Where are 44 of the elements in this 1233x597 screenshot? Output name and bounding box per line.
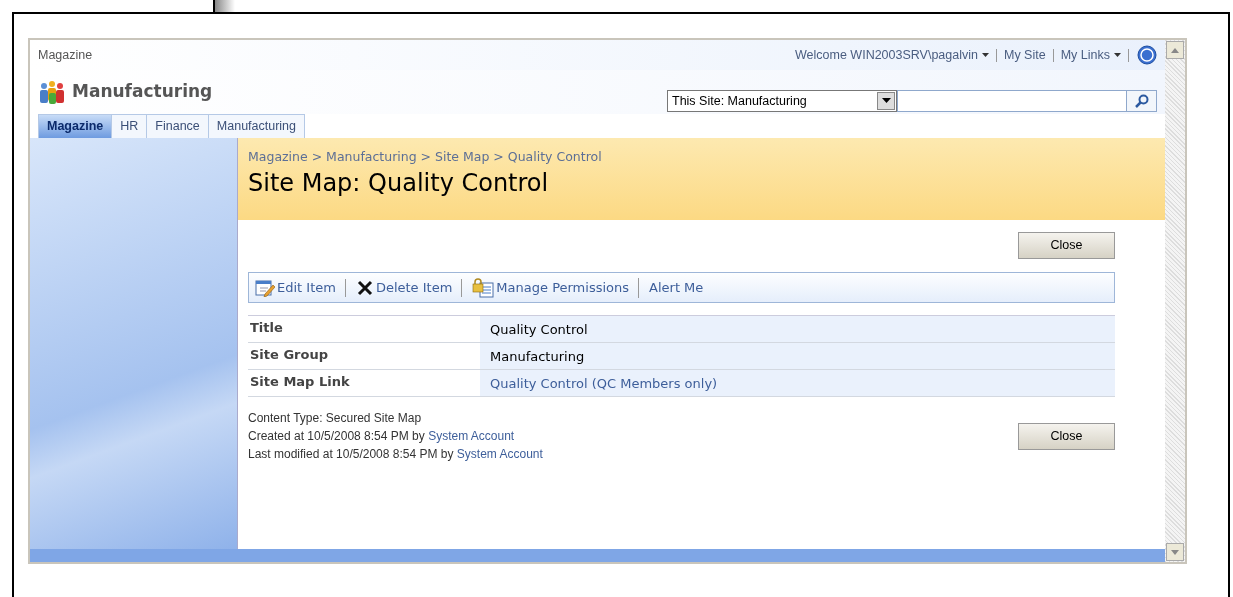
lock-icon	[472, 277, 495, 298]
close-button[interactable]: Close	[1018, 422, 1115, 450]
breadcrumb[interactable]: Magazine > Manufacturing > Site Map > Quality Control	[248, 148, 1155, 167]
toolbar-button[interactable]: Manage Permissions	[470, 277, 640, 298]
field-value: Manufacturing	[490, 349, 585, 364]
scope-dropdown[interactable]: This Site: Manufacturing	[667, 90, 897, 112]
people-icon	[38, 79, 66, 105]
search-icon	[1134, 94, 1149, 108]
toolbar-button[interactable]: Edit Item	[253, 278, 346, 297]
top-link[interactable]: My Site	[997, 48, 1054, 62]
help-icon[interactable]	[1137, 45, 1157, 65]
edit-icon	[255, 278, 275, 297]
caret-icon	[1114, 53, 1121, 57]
up-arrow-icon	[1171, 47, 1179, 53]
audit-line: Created at 10/5/2008 8:54 PM by System Account	[248, 428, 516, 445]
field-label: Site Group	[249, 346, 329, 364]
nav-tab[interactable]: Manufacturing	[208, 114, 306, 138]
down-arrow-icon	[1171, 549, 1179, 555]
page-title: Site Map: Quality Control	[248, 167, 550, 199]
search-field[interactable]	[897, 90, 1127, 112]
scrollbar[interactable]	[1165, 40, 1185, 562]
menu-link[interactable]: Welcome WIN2003SRV\pagalvin	[788, 48, 997, 62]
nav-tab[interactable]: HR	[112, 114, 148, 138]
content-type-text: Content Type: Secured Site Map	[248, 410, 423, 427]
delete-icon	[355, 278, 374, 297]
site-name[interactable]: Magazine	[38, 45, 93, 65]
nav-tab[interactable]: Finance	[147, 114, 209, 138]
dropdown-caret-icon	[881, 98, 891, 104]
audit-line: Last modified at 10/5/2008 8:54 PM by System Account	[248, 446, 543, 463]
close-button[interactable]: Close	[1018, 232, 1115, 259]
author-link[interactable]: System Account	[456, 447, 543, 461]
site-title[interactable]: Manufacturing	[72, 79, 213, 105]
field-label: Title	[249, 319, 284, 337]
nav-tab[interactable]: Magazine	[38, 114, 113, 138]
toolbar-link[interactable]: Alert Me	[647, 280, 713, 295]
field-label: Site Map Link	[249, 373, 351, 391]
scroll-down-button[interactable]	[1166, 543, 1184, 561]
scroll-up-button[interactable]	[1166, 41, 1184, 59]
caret-icon	[982, 53, 989, 57]
search-button[interactable]	[1127, 90, 1157, 112]
author-link[interactable]: System Account	[428, 429, 515, 443]
field-value: Quality Control	[490, 322, 588, 337]
toolbar-button[interactable]: Delete Item	[353, 278, 463, 297]
menu-link[interactable]: My Links	[1053, 48, 1129, 62]
